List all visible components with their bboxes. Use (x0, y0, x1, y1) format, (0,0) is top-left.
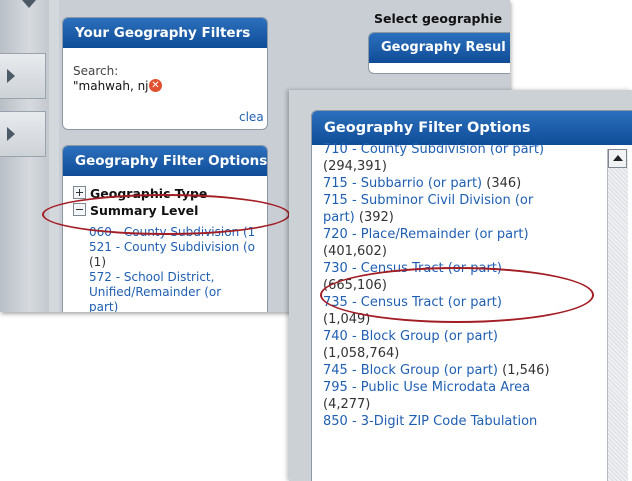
chevron-right-icon (7, 69, 15, 83)
filter-options-box: Geography Filter Options Geographic Type… (62, 145, 268, 312)
list-item[interactable]: 735 - Census Tract (or part) (1,049) (323, 294, 563, 328)
summary-level-list-zoomed: 710 - County Subdivision (or part) (294,3… (323, 142, 563, 430)
list-item[interactable]: 710 - County Subdivision (or part) (294,3… (323, 141, 563, 175)
search-filter-value: "mahwah, nj " (73, 79, 158, 93)
geography-results-box: Geography Resul (368, 32, 510, 74)
clear-filters-link[interactable]: clea (239, 110, 264, 124)
your-filters-box: Your Geography Filters Search: "mahwah, … (62, 17, 268, 130)
rail-expand-button-2[interactable] (0, 111, 46, 157)
list-item[interactable]: 740 - Block Group (or part) (1,058,764) (323, 328, 563, 362)
tree-node-label: Summary Level (90, 203, 199, 218)
list-item[interactable]: 060 - County Subdivision (1 (89, 225, 267, 240)
search-label: Search: (73, 64, 119, 78)
list-item-census-tract-730[interactable]: 730 - Census Tract (or part) (665,106) (323, 260, 563, 294)
list-item[interactable]: 715 - Subbarrio (or part) (346) (323, 175, 563, 192)
zoom-panel: Geography Filter Options 710 - County Su… (289, 90, 632, 481)
rail-collapse-toggle[interactable] (0, 0, 49, 10)
zoom-filter-options-title: Geography Filter Options (312, 111, 632, 145)
summary-level-list: 060 - County Subdivision (1 521 - County… (73, 225, 267, 312)
list-item[interactable]: 720 - Place/Remainder (or part) (401,602) (323, 226, 563, 260)
tree-node-summary-level[interactable]: Summary Level (73, 202, 267, 219)
collapse-minus-icon[interactable] (73, 203, 86, 216)
vertical-scrollbar[interactable] (607, 149, 628, 481)
rail-expand-button-1[interactable] (0, 53, 46, 99)
list-item[interactable]: 850 - 3-Digit ZIP Code Tabulation (323, 413, 563, 430)
filter-options-title: Geography Filter Options (63, 146, 267, 176)
remove-filter-icon[interactable]: ✕ (149, 79, 162, 92)
select-geographies-heading: Select geographie (374, 11, 503, 26)
list-item[interactable]: 745 - Block Group (or part) (1,546) (323, 362, 563, 379)
column-divider (49, 0, 59, 312)
list-item[interactable]: 572 - School District, Unified/Remainder… (89, 270, 239, 312)
your-filters-title: Your Geography Filters (63, 18, 267, 48)
list-item[interactable]: 521 - County Subdivision (o (1) (89, 240, 267, 270)
tree-node-geographic-type[interactable]: Geographic Type (73, 185, 267, 202)
list-item[interactable]: 715 - Subminor Civil Division (or part) … (323, 192, 563, 226)
chevron-down-icon (22, 0, 36, 8)
filter-tree: Geographic Type Summary Level 060 - Coun… (73, 185, 267, 312)
expand-plus-icon[interactable] (73, 186, 86, 199)
arrow-up-icon (613, 155, 623, 161)
tree-node-label: Geographic Type (90, 186, 208, 201)
geography-results-title: Geography Resul (369, 33, 510, 63)
chevron-right-icon (7, 127, 15, 141)
list-item[interactable]: 795 - Public Use Microdata Area (4,277) (323, 379, 563, 413)
scroll-up-button[interactable] (608, 149, 627, 168)
